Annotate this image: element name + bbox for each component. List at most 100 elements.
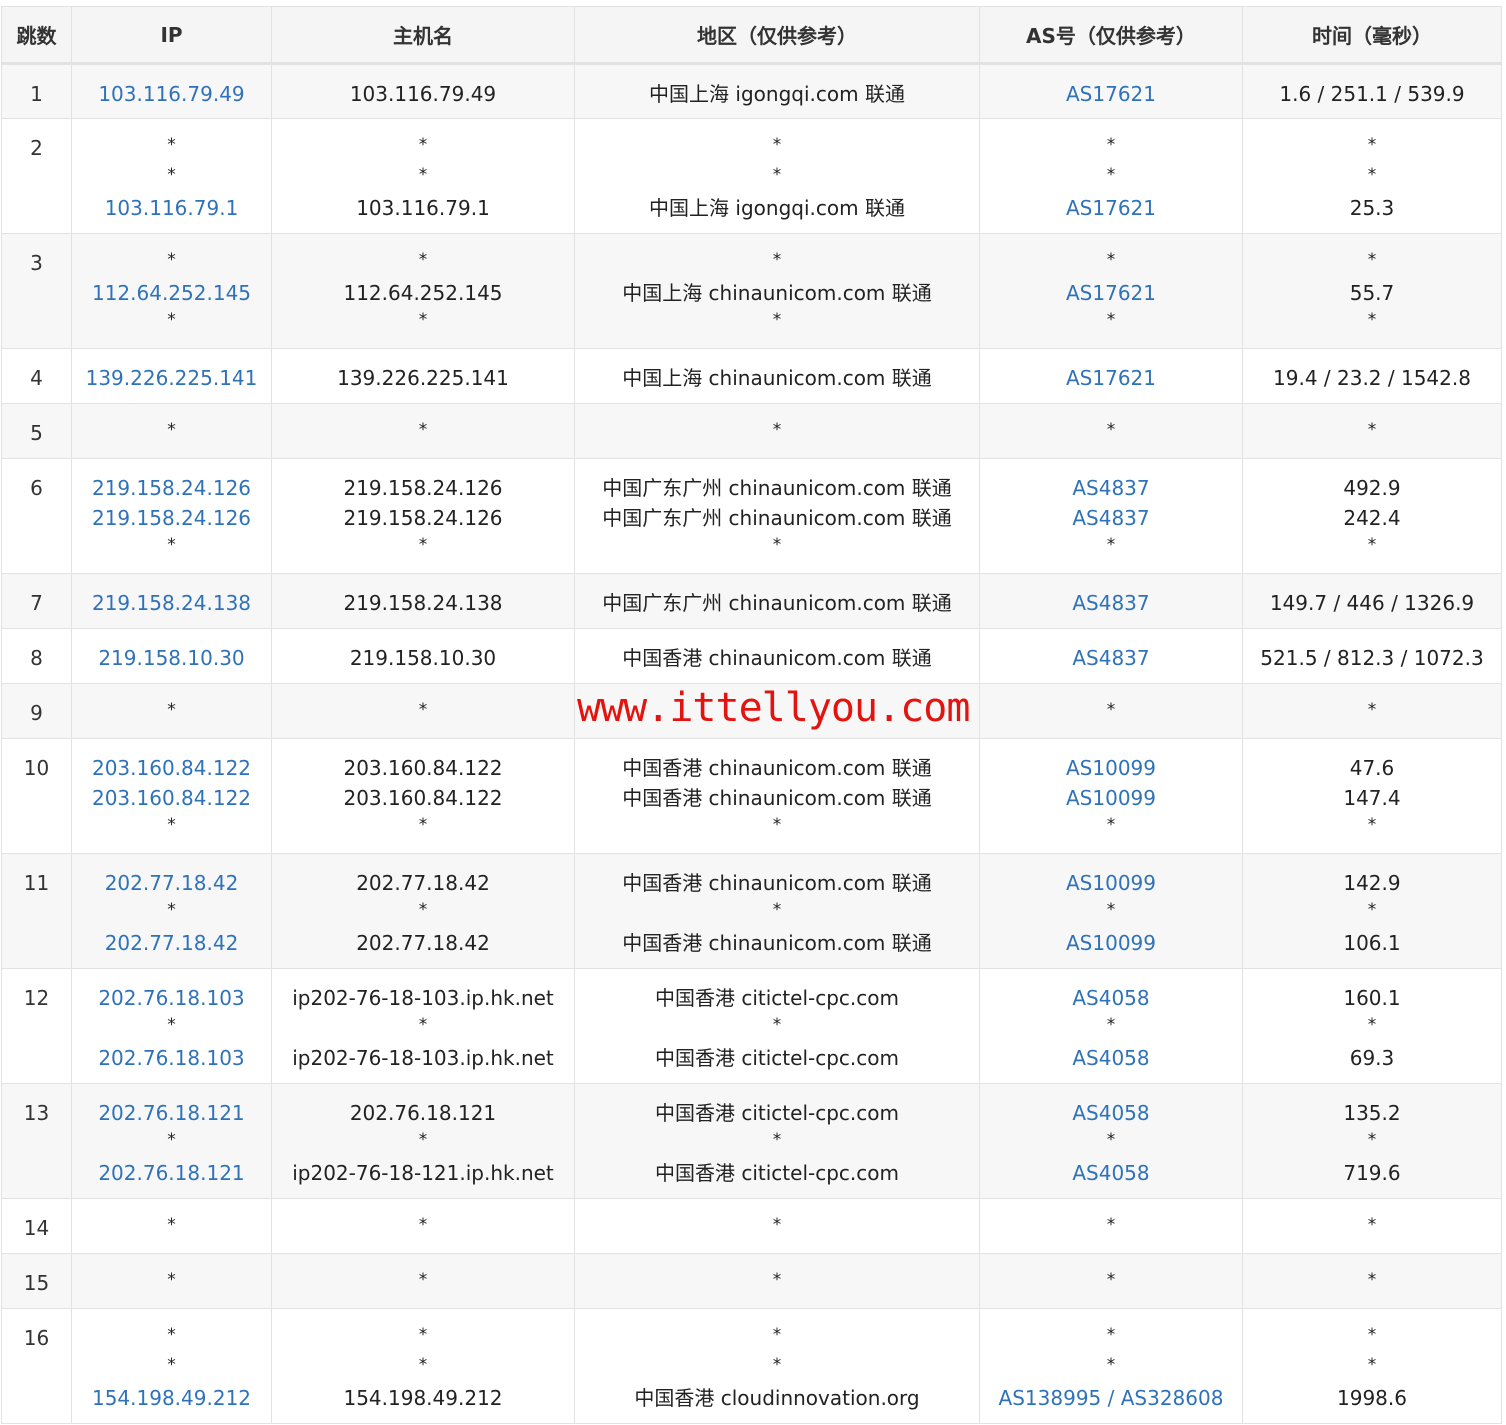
as-value[interactable]: AS10099 [980,928,1242,958]
hostname-value: 203.160.84.122 [343,786,503,810]
ip-cell: * * 154.198.49.212 [71,1308,272,1424]
ip-value: * [167,1130,176,1150]
as-value[interactable]: AS4058 [980,1098,1242,1128]
as-value[interactable]: AS4058 [980,983,1242,1013]
hop-cell: 5 [1,403,72,459]
ip-value: * [167,900,176,920]
hop-cell: 6 [1,458,72,574]
ip-value: * [167,1355,176,1375]
time-value: * [1367,420,1377,440]
hostname-value: 202.77.18.42 [356,871,490,895]
time-value: * [1367,250,1377,270]
time-value: 69.3 [1349,1046,1395,1070]
as-value[interactable]: AS10099 [980,753,1242,783]
hostname-value: 219.158.24.126 [343,476,503,500]
region-value: 中国上海 chinaunicom.com 联通 [622,366,932,390]
ip-value: * [167,135,176,155]
hostname-value: ip202-76-18-121.ip.hk.net [292,1161,554,1185]
as-value[interactable]: AS10099 [980,783,1242,813]
region-value: * [772,1325,782,1345]
as-value[interactable]: AS4837 [980,643,1242,673]
region-value: * [772,1215,782,1235]
hostname-value: 103.116.79.1 [356,196,490,220]
ip-value[interactable]: 112.64.252.145 [72,278,271,308]
ip-value[interactable]: 219.158.10.30 [72,643,271,673]
as-value[interactable]: AS138995 / AS328608 [980,1383,1242,1413]
as-value: * [1106,250,1116,270]
as-value[interactable]: AS4058 [980,1158,1242,1188]
hostname-cell: * * 154.198.49.212 [271,1308,575,1424]
as-value: * [1106,1325,1116,1345]
time-value: * [1367,135,1377,155]
ip-value[interactable]: 203.160.84.122 [72,783,271,813]
as-value[interactable]: AS17621 [980,363,1242,393]
hostname-value: * [418,135,428,155]
region-value: 中国香港 cloudinnovation.org [634,1386,920,1410]
ip-value[interactable]: 219.158.24.126 [72,473,271,503]
region-value: * [772,135,782,155]
region-value: 中国上海 igongqi.com 联通 [649,196,905,220]
ip-value[interactable]: 202.76.18.121 [72,1098,271,1128]
hop-cell: 3 [1,233,72,349]
as-value[interactable]: AS17621 [980,79,1242,109]
hostname-value: * [418,1270,428,1290]
time-cell: * [1242,403,1502,459]
region-value: 中国香港 citictel-cpc.com [655,986,899,1010]
ip-value: * [167,1325,176,1345]
ip-value[interactable]: 219.158.24.126 [72,503,271,533]
ip-value[interactable]: 219.158.24.138 [72,588,271,618]
as-value[interactable]: AS10099 [980,868,1242,898]
ip-value[interactable]: 202.76.18.103 [72,1043,271,1073]
region-cell: 中国广东广州 chinaunicom.com 联通 中国广东广州 chinauni… [574,458,980,574]
hostname-value: * [418,900,428,920]
as-value[interactable]: AS4837 [980,588,1242,618]
region-value: 中国上海 chinaunicom.com 联通 [622,281,932,305]
as-cell: AS17621 [979,348,1243,404]
ip-value: * [167,310,176,330]
ip-value: * [167,250,176,270]
ip-value[interactable]: 154.198.49.212 [72,1383,271,1413]
as-cell: * [979,403,1243,459]
region-value: 中国广东广州 chinaunicom.com 联通 [602,591,952,615]
ip-value[interactable]: 103.116.79.49 [72,79,271,109]
ip-value[interactable]: 103.116.79.1 [72,193,271,223]
region-value: 中国香港 chinaunicom.com 联通 [622,871,932,895]
hostname-cell: 203.160.84.122 203.160.84.122 * [271,738,575,854]
region-cell: 中国广东广州 chinaunicom.com 联通 [574,573,980,629]
ip-value: * [167,1270,176,1290]
ip-cell: 202.76.18.121 * 202.76.18.121 [71,1083,272,1199]
time-value: * [1367,535,1377,555]
ip-value[interactable]: 139.226.225.141 [72,363,271,393]
ip-value[interactable]: 202.77.18.42 [72,928,271,958]
as-value[interactable]: AS17621 [980,278,1242,308]
hostname-value: 112.64.252.145 [343,281,503,305]
ip-value[interactable]: 202.76.18.121 [72,1158,271,1188]
as-value[interactable]: AS4058 [980,1043,1242,1073]
as-cell: * * AS17621 [979,118,1243,234]
time-value: * [1367,165,1377,185]
hop-cell: 8 [1,628,72,684]
time-value: 1.6 / 251.1 / 539.9 [1279,82,1465,106]
ip-value[interactable]: 203.160.84.122 [72,753,271,783]
region-cell: * 中国上海 chinaunicom.com 联通 * [574,233,980,349]
hostname-value: * [418,165,428,185]
ip-value[interactable]: 202.77.18.42 [72,868,271,898]
ip-value[interactable]: 202.76.18.103 [72,983,271,1013]
hostname-cell: * [271,1198,575,1254]
as-value[interactable]: AS4837 [980,503,1242,533]
region-cell: 中国上海 chinaunicom.com 联通 [574,348,980,404]
region-value: * [772,310,782,330]
hop-cell: 4 [1,348,72,404]
as-value[interactable]: AS4837 [980,473,1242,503]
header-ip: IP [71,6,272,65]
region-value: * [772,900,782,920]
ip-cell: 219.158.24.138 [71,573,272,629]
region-value: 中国香港 chinaunicom.com 联通 [622,646,932,670]
time-value: 106.1 [1343,931,1401,955]
ip-cell: 203.160.84.122 203.160.84.122 * [71,738,272,854]
as-value: * [1106,1015,1116,1035]
as-cell: * [979,1198,1243,1254]
as-cell: * * AS138995 / AS328608 [979,1308,1243,1424]
as-value[interactable]: AS17621 [980,193,1242,223]
hostname-value: 203.160.84.122 [343,756,503,780]
